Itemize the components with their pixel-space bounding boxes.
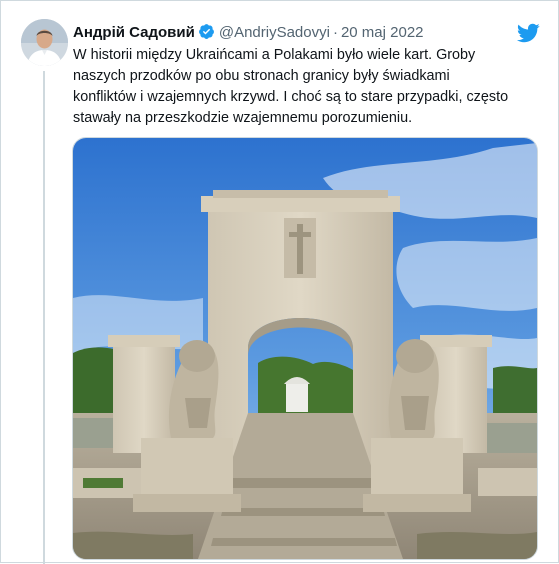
author-handle[interactable]: @AndriySadovyi (219, 24, 330, 41)
tweet-header: Андрій Садовий @AndriySadovyi · 20 maj 2022 (73, 23, 424, 46)
separator-dot: · (332, 24, 338, 41)
tweet-text: W historii między Ukraińcami a Polakami … (73, 45, 543, 129)
tweet-text-line: naszych przodków po obu stronach granicy… (73, 68, 450, 84)
tweet-text-line: konfliktów i wzajemnych krzywd. I choć s… (73, 89, 509, 105)
author-name[interactable]: Андрій Садовий (73, 24, 195, 41)
verified-badge-icon (198, 23, 215, 46)
tweet-photo[interactable] (72, 137, 538, 560)
avatar[interactable] (21, 19, 68, 66)
tweet-card[interactable]: Андрій Садовий @AndriySadovyi · 20 maj 2022… (0, 0, 559, 564)
tweet-text-line: stawały na przeszkodzie wzajemnemu poroz… (73, 110, 413, 126)
twitter-bird-icon[interactable] (516, 21, 540, 45)
tweet-date[interactable]: 20 maj 2022 (341, 24, 424, 41)
thread-line (43, 71, 45, 564)
tweet-text-line: W historii między Ukraińcami a Polakami … (73, 47, 476, 63)
